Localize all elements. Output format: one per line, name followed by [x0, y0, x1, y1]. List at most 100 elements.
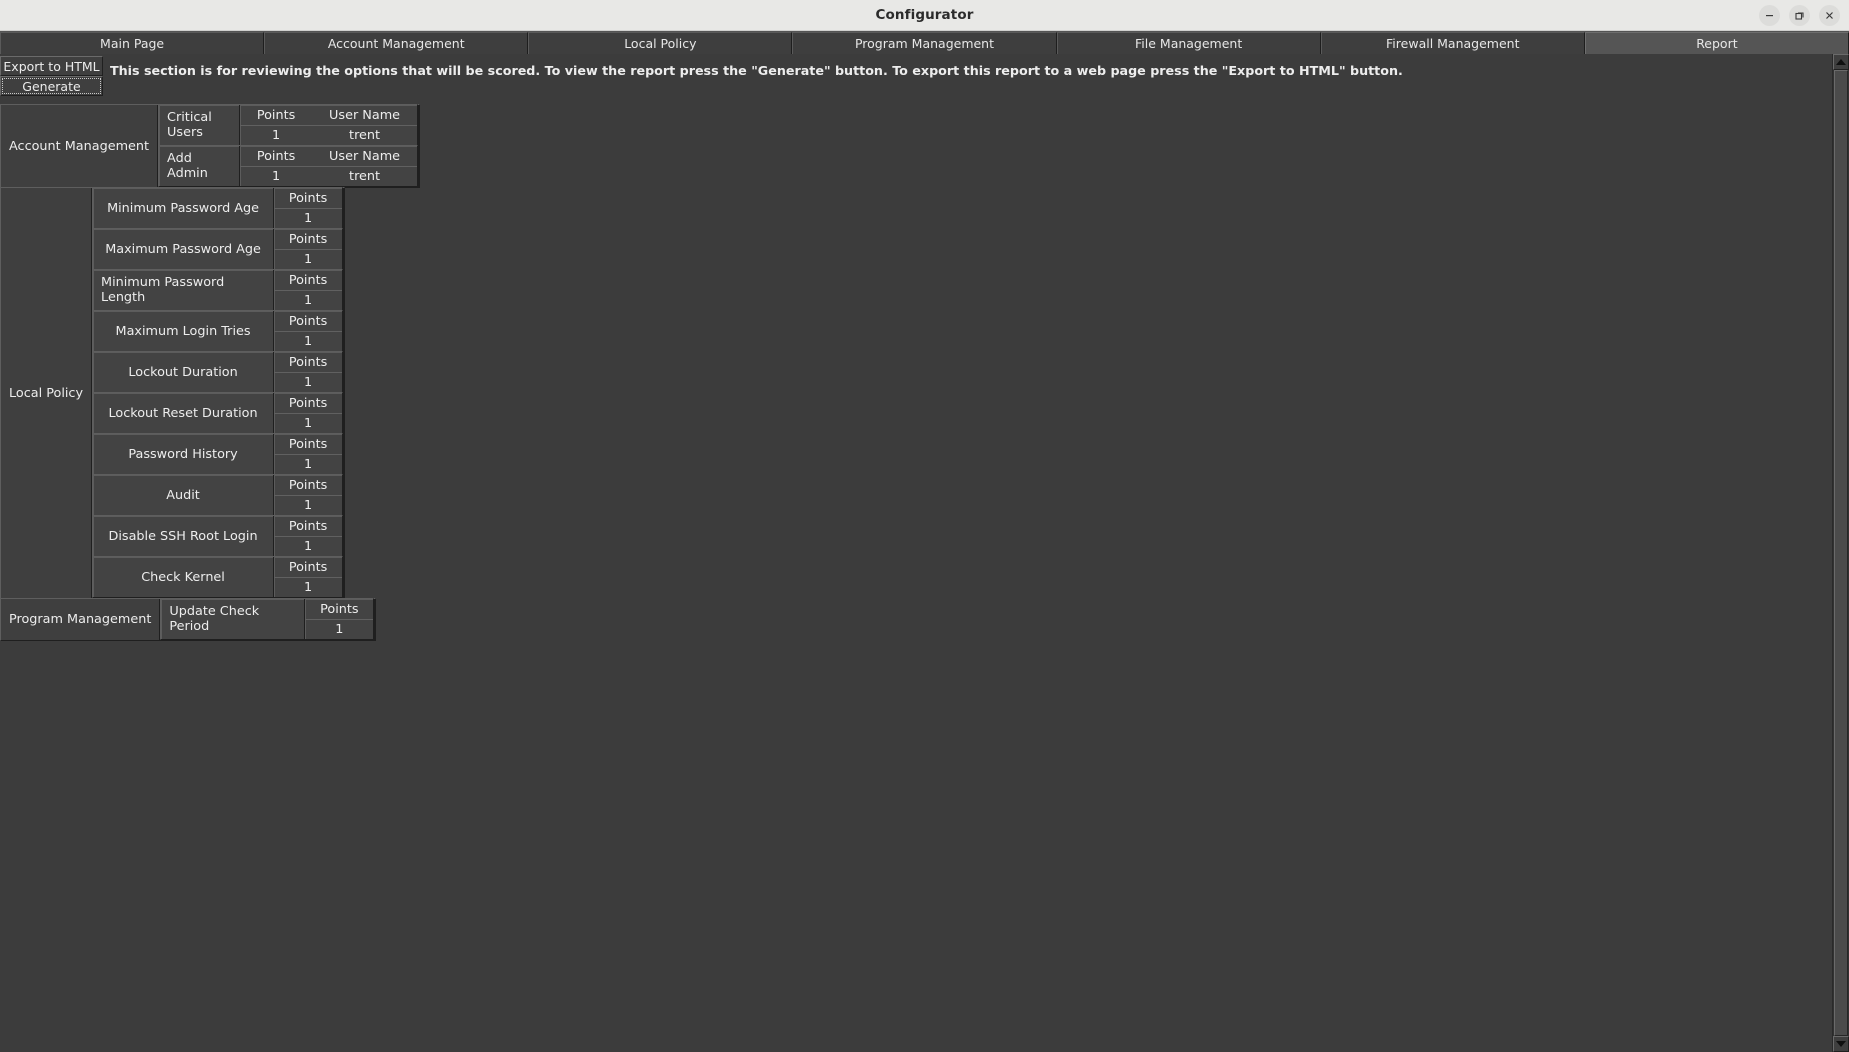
column-header: Points — [256, 107, 296, 123]
item-label: Minimum Password Length — [93, 270, 275, 310]
cell-value: 1 — [303, 457, 313, 472]
tab-account-management[interactable]: Account Management — [264, 32, 529, 55]
cell-value: 1 — [335, 622, 344, 637]
report-item-row: Check Kernel Points 1 — [92, 556, 344, 598]
content-area: Export to HTML Generate This section is … — [0, 54, 1849, 1052]
report-item-row: Update Check Period Points 1 — [160, 598, 375, 640]
points-table: Points 1 — [274, 270, 343, 310]
generate-button[interactable]: Generate — [0, 76, 103, 96]
close-button[interactable] — [1819, 5, 1840, 26]
minimize-button[interactable] — [1759, 5, 1780, 26]
tab-file-management[interactable]: File Management — [1056, 32, 1321, 55]
column-header: Points — [288, 395, 328, 411]
points-table-header: Points User Name — [240, 146, 418, 167]
maximize-button[interactable] — [1789, 5, 1810, 26]
column-header: Points — [288, 436, 328, 452]
window-controls — [1759, 0, 1840, 31]
arrow-up-icon — [1836, 59, 1846, 65]
cell-value: 1 — [303, 580, 313, 595]
cell-value: 1 — [303, 498, 313, 513]
column-header: Points — [288, 477, 328, 493]
item-label: Add Admin — [159, 146, 241, 186]
vertical-scrollbar[interactable] — [1832, 54, 1849, 1052]
item-label: Maximum Login Tries — [93, 311, 275, 351]
tab-main-page[interactable]: Main Page — [0, 32, 265, 55]
cell-value: 1 — [303, 375, 313, 390]
points-table-header: Points — [305, 599, 374, 620]
points-table: Points 1 — [274, 393, 343, 433]
export-to-html-button[interactable]: Export to HTML — [0, 56, 103, 76]
minimize-icon — [1766, 15, 1773, 17]
title-bar: Configurator — [0, 0, 1849, 31]
item-label: Disable SSH Root Login — [93, 516, 275, 556]
report-action-buttons: Export to HTML Generate — [0, 56, 103, 96]
points-table-header: Points — [274, 475, 343, 496]
item-label: Update Check Period — [161, 599, 306, 639]
points-table-row: 1 — [274, 332, 342, 351]
maximize-icon — [1795, 12, 1804, 20]
report-item-row: Lockout Reset Duration Points 1 — [92, 392, 344, 434]
item-label: Minimum Password Age — [93, 188, 275, 228]
points-table: Points User Name 1 trent — [240, 146, 418, 186]
column-header: Points — [288, 272, 328, 288]
points-table: Points 1 — [274, 352, 343, 392]
points-table-header: Points — [274, 229, 343, 250]
scroll-down-button[interactable] — [1833, 1036, 1849, 1052]
cell-value: trent — [349, 169, 381, 184]
cell-value: 1 — [271, 169, 281, 184]
points-table: Points 1 — [274, 188, 343, 228]
report-item-row: Lockout Duration Points 1 — [92, 351, 344, 393]
report-item-row: Password History Points 1 — [92, 433, 344, 475]
report-item-row: Add Admin Points User Name 1 trent — [158, 145, 419, 187]
points-table-row: 1 — [274, 209, 342, 228]
item-label: Maximum Password Age — [93, 229, 275, 269]
tab-local-policy[interactable]: Local Policy — [528, 32, 793, 55]
item-label: Password History — [93, 434, 275, 474]
cell-value: 1 — [271, 128, 281, 143]
points-table-header: Points — [274, 270, 343, 291]
item-label: Check Kernel — [93, 557, 275, 597]
item-label: Lockout Duration — [93, 352, 275, 392]
points-table-row: 1 — [274, 250, 342, 269]
section-label: Account Management — [1, 105, 159, 187]
points-table-row: 1 — [274, 373, 342, 392]
tab-report[interactable]: Report — [1584, 32, 1849, 55]
points-table: Points 1 — [305, 599, 374, 639]
item-label: Audit — [93, 475, 275, 515]
column-header: Points — [288, 231, 328, 247]
report-section: Local Policy Minimum Password Age Points 1 M… — [0, 187, 346, 599]
cell-value: 1 — [303, 416, 313, 431]
column-header: Points — [288, 190, 328, 206]
column-header: Points — [288, 518, 328, 534]
column-header: User Name — [329, 107, 401, 123]
column-header: Points — [288, 559, 328, 575]
section-trailing-cell — [343, 188, 345, 598]
points-table-row: 1 — [274, 414, 342, 433]
close-icon — [1826, 12, 1833, 19]
points-table: Points 1 — [274, 311, 343, 351]
cell-value: 1 — [303, 334, 313, 349]
arrow-down-icon — [1836, 1041, 1846, 1047]
section-label: Program Management — [1, 599, 161, 640]
tab-firewall-management[interactable]: Firewall Management — [1320, 32, 1585, 55]
section-items: Update Check Period Points 1 — [160, 598, 375, 640]
item-label: Lockout Reset Duration — [93, 393, 275, 433]
section-trailing-cell — [374, 599, 376, 640]
report-section: Account Management Critical Users Points Us… — [0, 104, 421, 188]
scroll-up-button[interactable] — [1833, 54, 1849, 70]
scrollbar-thumb[interactable] — [1834, 70, 1848, 1036]
report-item-row: Minimum Password Length Points 1 — [92, 269, 344, 311]
column-header: Points — [320, 601, 359, 617]
points-table-row: 1 — [274, 537, 342, 556]
points-table-row: 1 — [274, 578, 342, 597]
report-toolbar: Export to HTML Generate This section is … — [0, 54, 1832, 96]
report-panel: Export to HTML Generate This section is … — [0, 54, 1832, 1052]
points-table-row: 1 trent — [240, 167, 417, 186]
column-header: Points — [288, 313, 328, 329]
section-label: Local Policy — [1, 188, 93, 598]
report-tables: Account Management Critical Users Points Us… — [0, 104, 1832, 641]
scrollbar-track[interactable] — [1833, 70, 1849, 1036]
column-header: User Name — [329, 148, 401, 164]
tab-program-management[interactable]: Program Management — [792, 32, 1057, 55]
points-table: Points 1 — [274, 434, 343, 474]
